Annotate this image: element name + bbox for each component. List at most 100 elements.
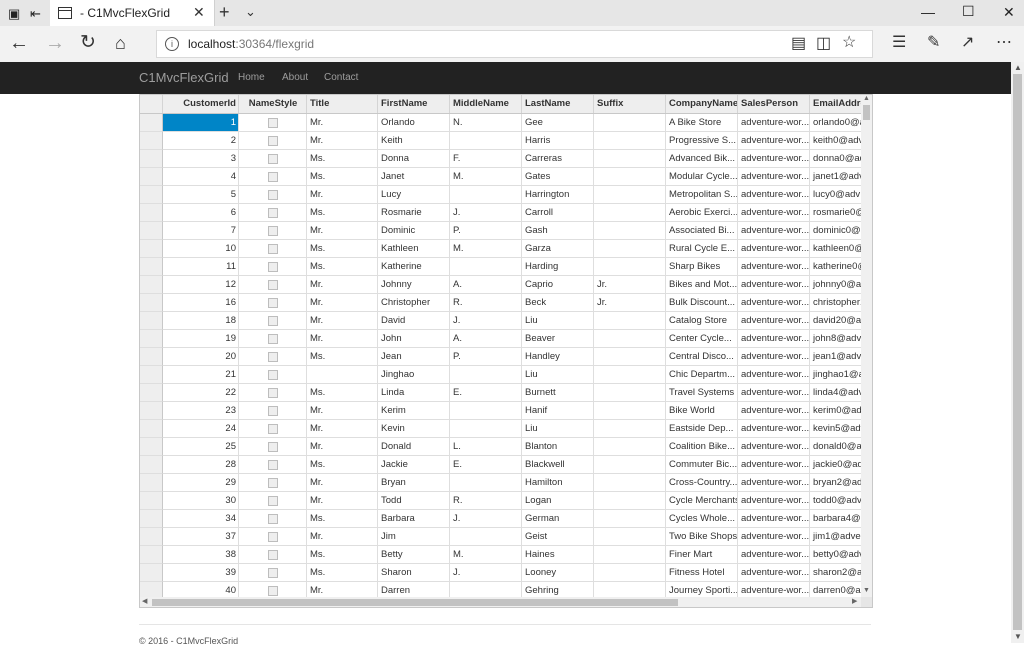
cell-sales[interactable]: adventure-wor... [738, 222, 810, 240]
cell-title[interactable]: Mr. [307, 312, 378, 330]
namestyle-checkbox[interactable] [267, 118, 278, 128]
namestyle-cell[interactable] [239, 366, 307, 384]
brand-link[interactable]: C1MvcFlexGrid [139, 70, 229, 85]
table-row[interactable]: 23 Mr. Kerim Hanif Bike World adventure-wor..… [140, 402, 870, 420]
namestyle-checkbox[interactable] [267, 496, 278, 506]
browser-tab[interactable]: - C1MvcFlexGrid ✕ [50, 0, 215, 26]
cell-first[interactable]: John [378, 330, 450, 348]
cell-middle[interactable]: N. [450, 114, 522, 132]
cell-first[interactable]: Jim [378, 528, 450, 546]
cell-id[interactable]: 24 [163, 420, 239, 438]
cell-sales[interactable]: adventure-wor... [738, 186, 810, 204]
namestyle-checkbox[interactable] [267, 298, 278, 308]
row-header[interactable] [140, 258, 163, 276]
cell-id[interactable]: 5 [163, 186, 239, 204]
cell-sales[interactable]: adventure-wor... [738, 384, 810, 402]
cell-id[interactable]: 10 [163, 240, 239, 258]
cell-middle[interactable] [450, 420, 522, 438]
cell-company[interactable]: Associated Bi... [666, 222, 738, 240]
cell-middle[interactable]: J. [450, 564, 522, 582]
cell-company[interactable]: Cycles Whole... [666, 510, 738, 528]
cell-sales[interactable]: adventure-wor... [738, 474, 810, 492]
cell-suffix[interactable] [594, 348, 666, 366]
namestyle-checkbox[interactable] [267, 568, 278, 578]
namestyle-checkbox[interactable] [267, 244, 278, 254]
namestyle-cell[interactable] [239, 420, 307, 438]
namestyle-checkbox[interactable] [267, 136, 278, 146]
scroll-up-icon[interactable]: ▲ [1014, 63, 1022, 72]
grid-scroll-up-icon[interactable]: ▲ [863, 95, 870, 102]
namestyle-cell[interactable] [239, 456, 307, 474]
cell-id[interactable]: 11 [163, 258, 239, 276]
grid-vscroll-thumb[interactable] [863, 105, 870, 120]
site-info-icon[interactable]: i [165, 37, 179, 51]
cell-sales[interactable]: adventure-wor... [738, 132, 810, 150]
namestyle-checkbox[interactable] [267, 442, 278, 452]
cell-title[interactable]: Ms. [307, 546, 378, 564]
cell-middle[interactable] [450, 186, 522, 204]
cell-company[interactable]: Coalition Bike... [666, 438, 738, 456]
cell-title[interactable]: Ms. [307, 510, 378, 528]
cell-first[interactable]: Donald [378, 438, 450, 456]
cell-middle[interactable] [450, 366, 522, 384]
page-scrollbar-thumb[interactable] [1013, 74, 1022, 630]
cell-middle[interactable]: L. [450, 438, 522, 456]
cell-title[interactable]: Mr. [307, 132, 378, 150]
row-header[interactable] [140, 222, 163, 240]
cell-last[interactable]: Harrington [522, 186, 594, 204]
cell-suffix[interactable] [594, 492, 666, 510]
cell-first[interactable]: Rosmarie [378, 204, 450, 222]
cell-first[interactable]: Kevin [378, 420, 450, 438]
favorites-hub-icon[interactable]: ☰ [892, 34, 906, 52]
namestyle-cell[interactable] [239, 204, 307, 222]
namestyle-checkbox[interactable] [267, 478, 278, 488]
cell-suffix[interactable] [594, 384, 666, 402]
table-row[interactable]: 4 Ms. Janet M. Gates Modular Cycle... adventur… [140, 168, 870, 186]
namestyle-cell[interactable] [239, 312, 307, 330]
namestyle-checkbox[interactable] [267, 370, 278, 380]
namestyle-checkbox[interactable] [267, 262, 278, 272]
cell-title[interactable]: Mr. [307, 438, 378, 456]
cell-last[interactable]: Haines [522, 546, 594, 564]
cell-middle[interactable]: F. [450, 150, 522, 168]
cell-middle[interactable]: R. [450, 294, 522, 312]
cell-last[interactable]: Beck [522, 294, 594, 312]
row-header[interactable] [140, 528, 163, 546]
cell-suffix[interactable] [594, 438, 666, 456]
cell-middle[interactable]: A. [450, 276, 522, 294]
cell-suffix[interactable] [594, 510, 666, 528]
cell-id[interactable]: 20 [163, 348, 239, 366]
cell-company[interactable]: Advanced Bik... [666, 150, 738, 168]
table-row[interactable]: 25 Mr. Donald L. Blanton Coalition Bike... adv… [140, 438, 870, 456]
row-header[interactable] [140, 276, 163, 294]
cell-suffix[interactable]: Jr. [594, 294, 666, 312]
row-header[interactable] [140, 366, 163, 384]
cell-title[interactable]: Mr. [307, 492, 378, 510]
translate-icon[interactable]: ▤ [791, 35, 806, 53]
cell-id[interactable]: 38 [163, 546, 239, 564]
cell-id[interactable]: 37 [163, 528, 239, 546]
cell-sales[interactable]: adventure-wor... [738, 348, 810, 366]
page-scrollbar[interactable]: ▲ ▼ [1011, 62, 1024, 643]
table-row[interactable]: 11 Ms. Katherine Harding Sharp Bikes adventur… [140, 258, 870, 276]
cell-title[interactable]: Ms. [307, 168, 378, 186]
cell-title[interactable]: Mr. [307, 276, 378, 294]
cell-company[interactable]: Cycle Merchants [666, 492, 738, 510]
table-row[interactable]: 21 Jinghao Liu Chic Departm... adventure-wor… [140, 366, 870, 384]
cell-sales[interactable]: adventure-wor... [738, 438, 810, 456]
namestyle-checkbox[interactable] [267, 514, 278, 524]
cell-sales[interactable]: adventure-wor... [738, 330, 810, 348]
cell-company[interactable]: Central Disco... [666, 348, 738, 366]
cell-last[interactable]: Garza [522, 240, 594, 258]
cell-first[interactable]: Janet [378, 168, 450, 186]
cell-suffix[interactable] [594, 546, 666, 564]
cell-middle[interactable]: A. [450, 330, 522, 348]
cell-title[interactable]: Ms. [307, 258, 378, 276]
tab-manager-icon[interactable]: ▣ [8, 6, 24, 21]
cell-title[interactable] [307, 366, 378, 384]
cell-id[interactable]: 6 [163, 204, 239, 222]
table-row[interactable]: 20 Ms. Jean P. Handley Central Disco... advent… [140, 348, 870, 366]
back-icon[interactable]: ← [9, 32, 29, 54]
cell-first[interactable]: Katherine [378, 258, 450, 276]
cell-first[interactable]: Jackie [378, 456, 450, 474]
